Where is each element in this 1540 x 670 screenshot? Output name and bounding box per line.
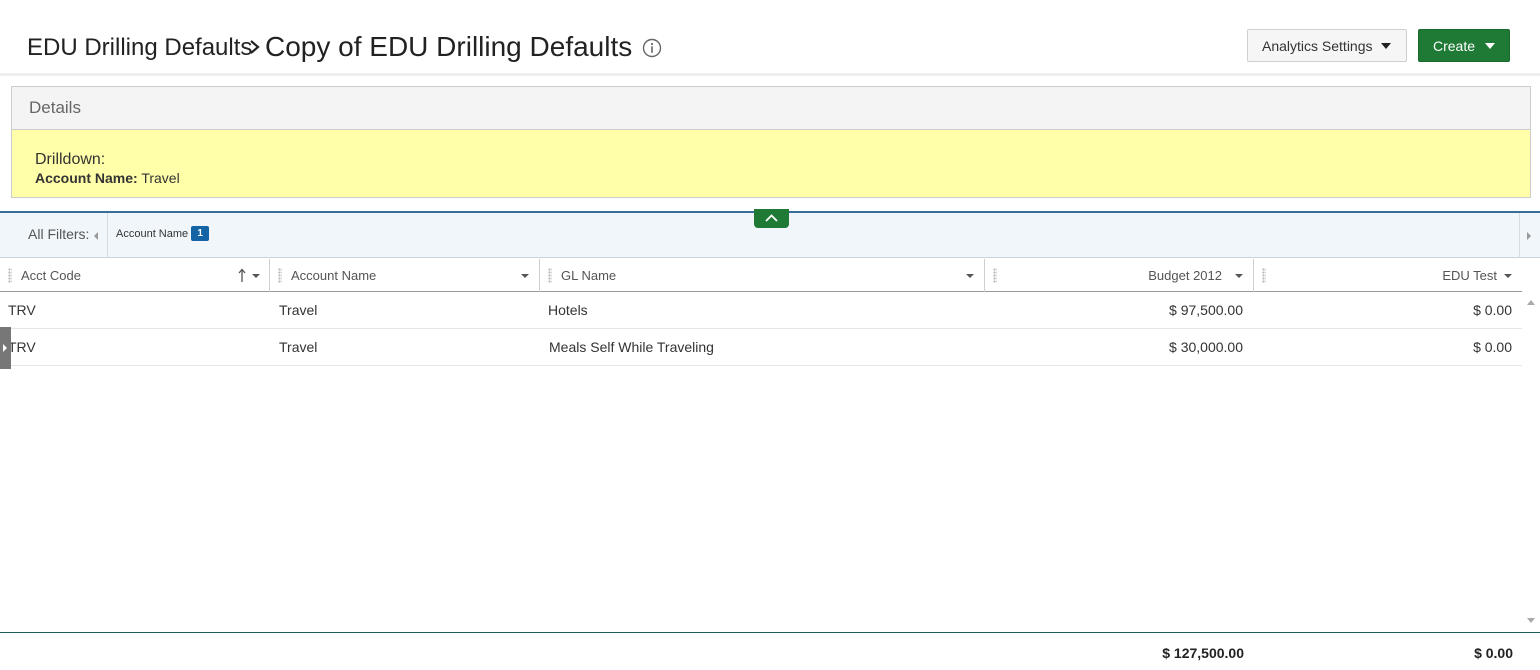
cell-gl-name: Hotels: [548, 302, 588, 318]
expand-left-panel-tab[interactable]: [0, 327, 11, 369]
drag-handle-icon[interactable]: [8, 268, 12, 283]
page-title: Copy of EDU Drilling Defaults: [265, 31, 633, 62]
details-heading[interactable]: Details: [12, 87, 1530, 130]
total-budget-2012: $ 127,500.00: [1162, 645, 1244, 661]
grid-header: Acct Code Account Name GL Name Budget 20…: [0, 259, 1522, 292]
divider: [1519, 213, 1520, 258]
column-menu-icon[interactable]: [252, 274, 260, 278]
drag-handle-icon[interactable]: [993, 268, 997, 283]
filter-chip-label: Account Name: [116, 227, 189, 240]
drilldown-label: Drilldown:: [35, 151, 106, 168]
breadcrumb-parent[interactable]: EDU Drilling Defaults: [27, 34, 252, 62]
column-header-gl-name[interactable]: GL Name: [540, 259, 985, 292]
scroll-left-icon[interactable]: [94, 232, 98, 240]
chevron-up-icon: [765, 214, 778, 222]
all-filters-label: All Filters:: [28, 226, 90, 242]
cell-budget-2012: $ 97,500.00: [1169, 302, 1243, 318]
cell-edu-test: $ 0.00: [1473, 339, 1512, 355]
column-label: Budget 2012: [1148, 268, 1222, 283]
collapse-details-button[interactable]: [754, 209, 789, 228]
cell-account-name: Travel: [279, 339, 318, 355]
create-button[interactable]: Create: [1418, 29, 1510, 62]
cell-gl-name: Meals Self While Traveling: [549, 339, 714, 355]
cell-edu-test: $ 0.00: [1473, 302, 1512, 318]
scroll-up-icon[interactable]: [1527, 300, 1535, 305]
page-header: EDU Drilling Defaults Copy of EDU Drilli…: [0, 0, 1540, 76]
drag-handle-icon[interactable]: [278, 268, 282, 283]
drilldown-filter: Account Name: Travel: [35, 169, 1530, 187]
column-header-budget-2012[interactable]: Budget 2012: [985, 259, 1254, 292]
caret-down-icon: [1485, 43, 1495, 49]
drilldown-value: Travel: [141, 170, 180, 186]
scroll-right-icon[interactable]: [1527, 232, 1531, 240]
chevron-right-icon: [250, 40, 260, 54]
vertical-scrollbar[interactable]: [1522, 292, 1540, 632]
drilldown-field: Account Name:: [35, 170, 138, 186]
column-label: Acct Code: [21, 268, 81, 283]
column-label: Account Name: [291, 268, 377, 283]
drilldown-box: Drilldown: Account Name: Travel: [12, 130, 1530, 197]
cell-acct-code: TRV: [8, 302, 36, 318]
column-header-acct-code[interactable]: Acct Code: [0, 259, 270, 292]
analytics-settings-button[interactable]: Analytics Settings: [1247, 29, 1407, 62]
create-label: Create: [1433, 37, 1476, 54]
column-menu-icon[interactable]: [966, 274, 974, 278]
column-menu-icon[interactable]: [1504, 274, 1512, 278]
info-icon[interactable]: [642, 38, 662, 58]
details-panel: Details Drilldown: Account Name: Travel: [11, 86, 1531, 198]
cell-budget-2012: $ 30,000.00: [1169, 339, 1243, 355]
table-row[interactable]: TRV Travel Hotels $ 97,500.00 $ 0.00: [0, 292, 1522, 329]
column-header-account-name[interactable]: Account Name: [270, 259, 540, 292]
column-menu-icon[interactable]: [1235, 274, 1243, 278]
filter-chip-account-name[interactable]: Account Name 1: [116, 226, 210, 241]
filter-count-badge: 1: [191, 226, 210, 241]
column-header-edu-test[interactable]: EDU Test: [1254, 259, 1522, 292]
drag-handle-icon[interactable]: [548, 268, 552, 283]
cell-acct-code: TRV: [8, 339, 36, 355]
divider: [107, 213, 108, 258]
analytics-settings-label: Analytics Settings: [1262, 37, 1373, 54]
sort-ascending-icon[interactable]: [237, 268, 247, 282]
caret-down-icon: [1381, 43, 1391, 49]
column-label: GL Name: [561, 268, 617, 283]
column-menu-icon[interactable]: [521, 274, 529, 278]
cell-account-name: Travel: [279, 302, 318, 318]
total-edu-test: $ 0.00: [1474, 645, 1513, 661]
drag-handle-icon[interactable]: [1262, 268, 1266, 283]
scroll-down-icon[interactable]: [1527, 618, 1535, 623]
column-label: EDU Test: [1442, 268, 1497, 283]
totals-row: $ 127,500.00 $ 0.00: [0, 632, 1540, 670]
table-row[interactable]: TRV Travel Meals Self While Traveling $ …: [0, 329, 1522, 366]
